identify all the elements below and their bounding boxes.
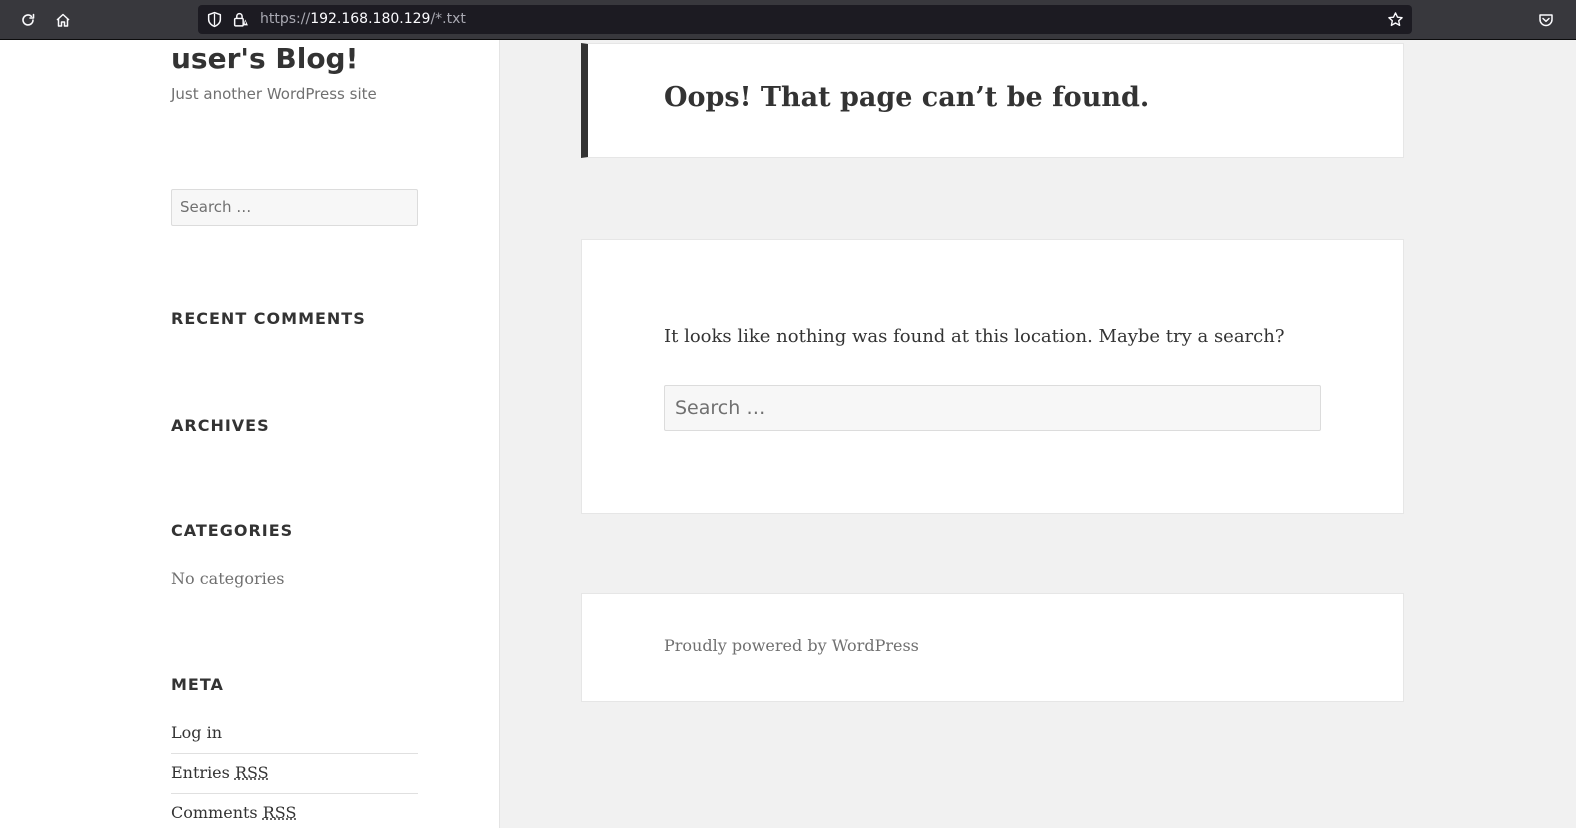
recent-comments-heading: Recent Comments: [171, 309, 366, 328]
site-title[interactable]: user's Blog!: [171, 42, 358, 75]
entries-rss-link[interactable]: Entries RSS: [171, 753, 418, 782]
url-host: 192.168.180.129: [310, 11, 431, 27]
entries-rss-label: Entries: [171, 763, 235, 782]
home-button[interactable]: [49, 6, 77, 34]
comments-rss-link[interactable]: Comments RSS: [171, 793, 418, 822]
main-search-input[interactable]: Search …: [664, 385, 1321, 431]
categories-heading: Categories: [171, 521, 294, 540]
meta-heading: Meta: [171, 675, 224, 694]
archives-heading: Archives: [171, 416, 270, 435]
no-categories-text: No categories: [171, 569, 285, 588]
home-icon: [56, 13, 70, 27]
url-bar[interactable]: https://192.168.180.129/*.txt: [198, 5, 1412, 34]
comments-rss-abbr: RSS: [262, 803, 297, 822]
reload-button[interactable]: [14, 6, 42, 34]
site-footer: Proudly powered by WordPress: [581, 593, 1404, 702]
sidebar-search-input[interactable]: Search …: [171, 189, 418, 226]
powered-by-link[interactable]: Proudly powered by WordPress: [664, 636, 919, 655]
site-description: Just another WordPress site: [171, 85, 377, 103]
url-path: /*.txt: [430, 11, 466, 27]
login-link-label: Log in: [171, 723, 223, 742]
login-link[interactable]: Log in: [171, 723, 418, 742]
insecure-lock-icon[interactable]: [232, 11, 249, 28]
url-text[interactable]: https://192.168.180.129/*.txt: [260, 5, 466, 34]
bookmark-star-icon[interactable]: [1387, 11, 1404, 28]
browser-toolbar: https://192.168.180.129/*.txt: [0, 0, 1576, 40]
shield-icon[interactable]: [206, 11, 223, 28]
entries-rss-abbr: RSS: [234, 763, 269, 782]
pocket-icon: [1539, 14, 1553, 27]
reload-icon: [22, 13, 35, 26]
page-title: Oops! That page can’t be found.: [664, 82, 1150, 113]
not-found-message: It looks like nothing was found at this …: [664, 326, 1285, 347]
pocket-button[interactable]: [1532, 6, 1560, 34]
url-scheme: https://: [260, 11, 311, 27]
comments-rss-label: Comments: [171, 803, 263, 822]
page-header: Oops! That page can’t be found.: [581, 43, 1404, 158]
sidebar: user's Blog! Just another WordPress site…: [0, 40, 500, 828]
page-content: It looks like nothing was found at this …: [581, 239, 1404, 514]
